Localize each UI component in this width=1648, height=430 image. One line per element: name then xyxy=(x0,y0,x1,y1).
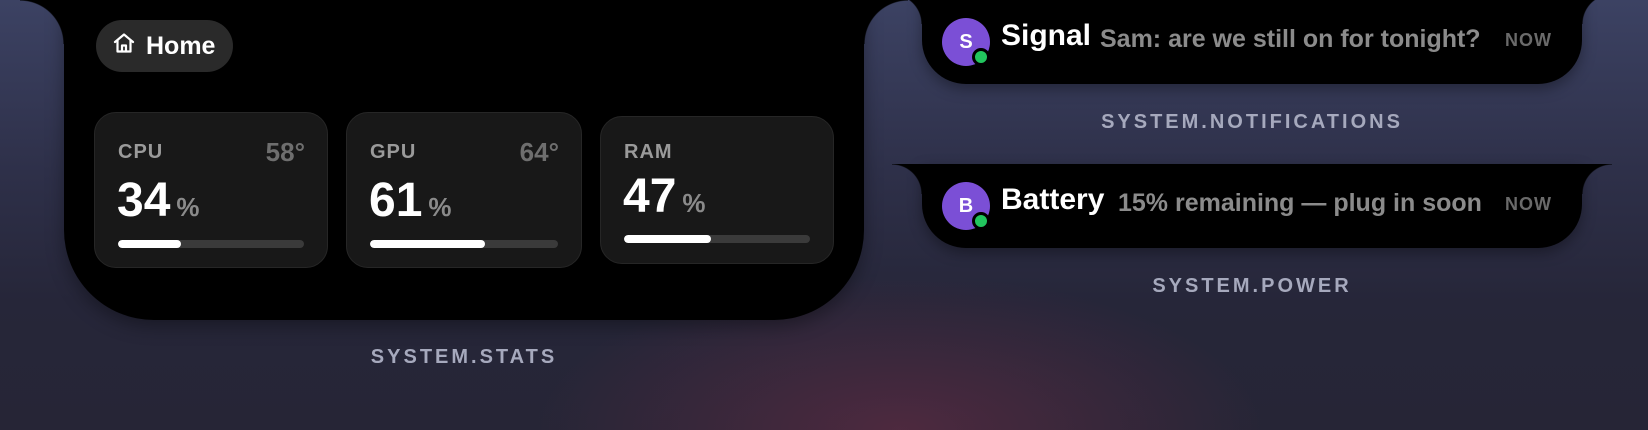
notification-message: 15% remaining — plug in soon xyxy=(1118,189,1482,217)
ram-usage-value: 47% xyxy=(623,170,706,223)
ram-usage-bar xyxy=(624,235,810,243)
gpu-usage-bar-fill xyxy=(370,240,485,248)
notification-signal[interactable]: S Signal Sam: are we still on for tonigh… xyxy=(892,0,1612,84)
gpu-temperature: 64° xyxy=(519,137,559,167)
stats-caption: SYSTEM.STATS xyxy=(370,346,558,368)
gpu-card: GPU 64° 61% xyxy=(346,112,582,268)
ram-label: RAM xyxy=(624,141,673,163)
cpu-usage-bar xyxy=(118,240,304,248)
gpu-usage-value: 61% xyxy=(369,174,452,227)
notification-time: NOW xyxy=(1505,194,1552,214)
cpu-label: CPU xyxy=(118,141,164,163)
notification-battery[interactable]: B Battery 15% remaining — plug in soon N… xyxy=(892,164,1612,248)
power-caption: SYSTEM.POWER xyxy=(1152,275,1352,297)
home-label: Home xyxy=(146,31,216,60)
cpu-temperature: 58° xyxy=(265,137,305,167)
home-button[interactable]: Home xyxy=(96,20,234,72)
notification-time: NOW xyxy=(1505,30,1552,50)
home-icon xyxy=(112,31,136,62)
ram-usage-bar-fill xyxy=(624,235,712,243)
gpu-label: GPU xyxy=(370,141,417,163)
notification-app-name: Signal xyxy=(1001,19,1092,52)
gpu-usage-bar xyxy=(370,240,558,248)
ram-card: RAM 47% xyxy=(600,116,834,264)
online-status-dot xyxy=(972,212,990,230)
cpu-usage-value: 34% xyxy=(117,174,200,227)
cpu-card: CPU 58° 34% xyxy=(94,112,328,268)
notification-app-name: Battery xyxy=(1001,183,1105,216)
notification-message: Sam: are we still on for tonight? xyxy=(1100,25,1481,53)
notifications-caption: SYSTEM.NOTIFICATIONS xyxy=(1101,111,1403,133)
cpu-usage-bar-fill xyxy=(118,240,182,248)
online-status-dot xyxy=(972,48,990,66)
